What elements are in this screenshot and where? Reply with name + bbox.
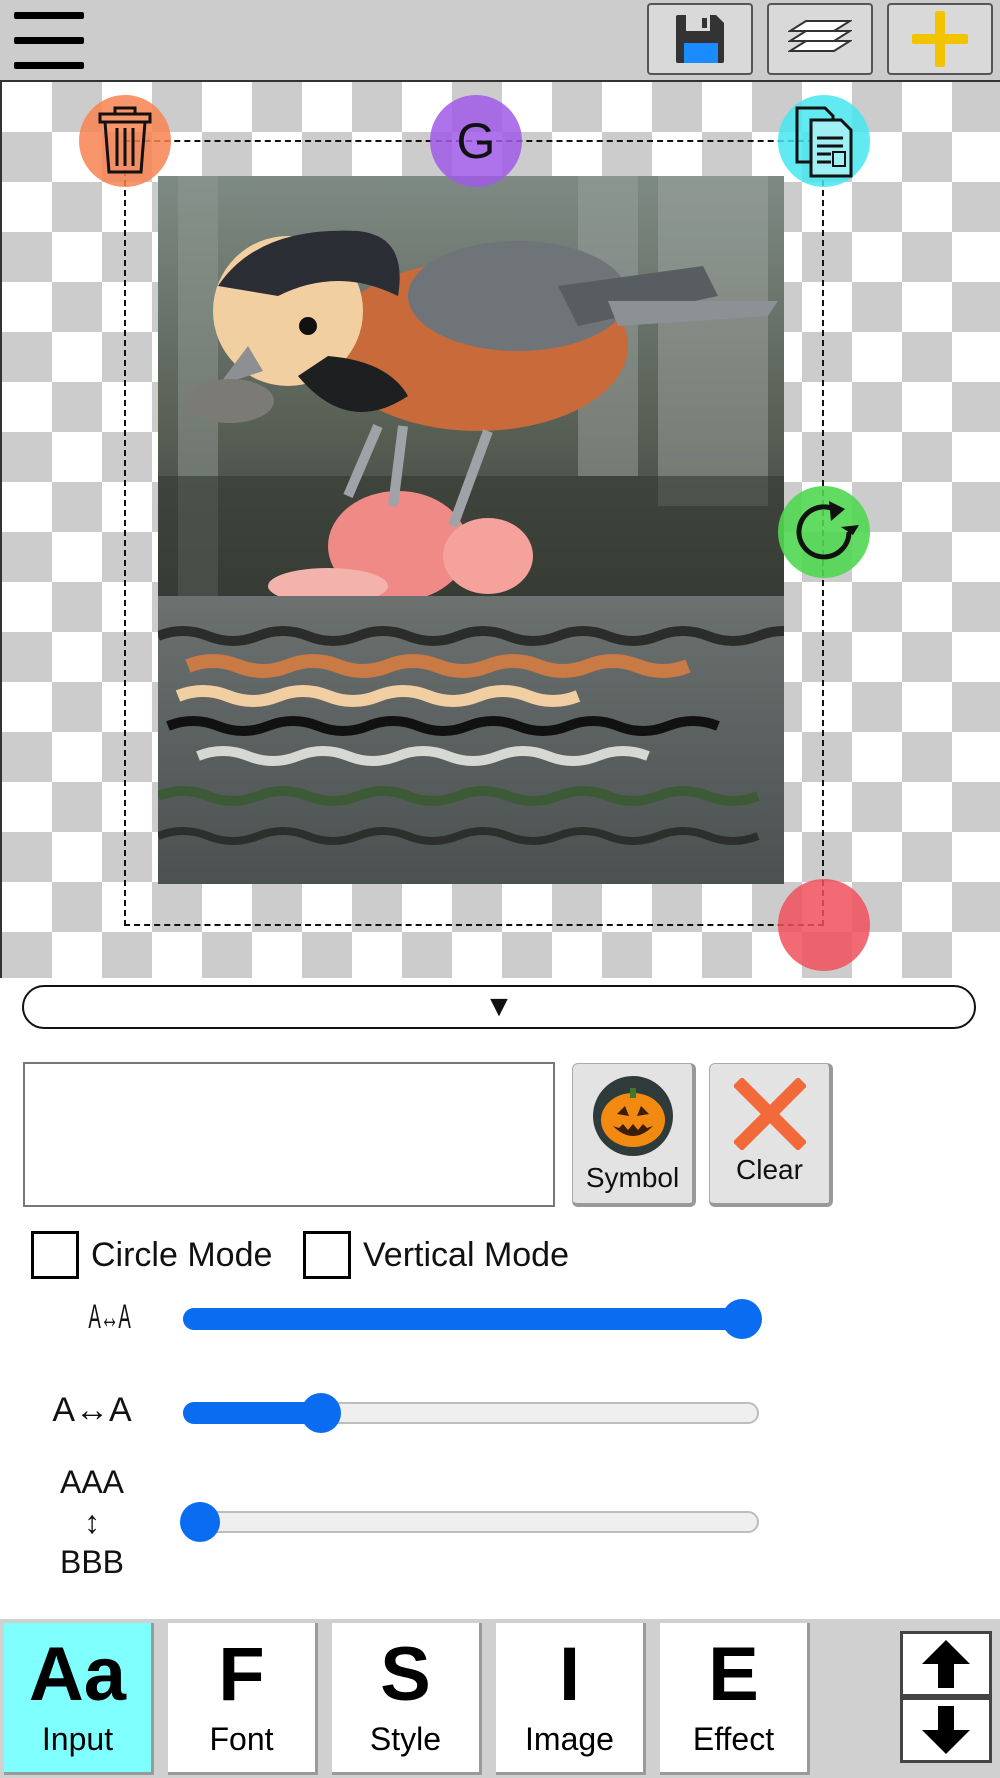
collapse-arrow-icon: ▼ bbox=[484, 990, 514, 1023]
arrow-down-icon bbox=[922, 1706, 970, 1754]
circle-mode-checkbox[interactable] bbox=[31, 1231, 79, 1279]
tab-effect-glyph: E bbox=[708, 1632, 759, 1717]
delete-handle[interactable] bbox=[79, 95, 171, 187]
rotate-icon bbox=[796, 501, 859, 560]
add-button[interactable] bbox=[887, 3, 993, 75]
editing-canvas[interactable]: G bbox=[0, 80, 1000, 978]
collapse-panel-button[interactable]: ▼ bbox=[22, 985, 976, 1029]
group-label: G bbox=[456, 113, 496, 169]
tab-input[interactable]: Aa Input bbox=[4, 1623, 154, 1775]
symbol-button-label: Symbol bbox=[585, 1162, 680, 1193]
char-width-label-text: A↔A bbox=[88, 1298, 131, 1336]
tab-effect-label: Effect bbox=[692, 1721, 775, 1757]
jack-o-lantern-icon bbox=[592, 1076, 673, 1156]
tab-style-glyph: S bbox=[380, 1632, 431, 1717]
letter-spacing-label-text: A↔A bbox=[52, 1391, 132, 1429]
arrow-up-icon bbox=[922, 1640, 970, 1688]
line-spacing-slider[interactable] bbox=[180, 1502, 759, 1542]
resize-handle[interactable] bbox=[778, 879, 870, 971]
line-spacing-label-mid: ↕ bbox=[84, 1504, 100, 1540]
save-button[interactable] bbox=[647, 3, 753, 75]
group-handle[interactable]: G bbox=[430, 95, 522, 187]
vertical-mode-checkbox[interactable] bbox=[303, 1231, 351, 1279]
tab-input-label: Input bbox=[41, 1721, 114, 1757]
line-spacing-label: AAA ↕ BBB bbox=[30, 1462, 154, 1582]
slider-thumb[interactable] bbox=[721, 1299, 762, 1339]
top-toolbar bbox=[0, 0, 1000, 80]
scroll-up-button[interactable] bbox=[900, 1631, 992, 1697]
text-input[interactable] bbox=[23, 1062, 555, 1207]
symbol-button[interactable]: Symbol bbox=[572, 1063, 696, 1207]
letter-spacing-slider[interactable] bbox=[183, 1393, 759, 1433]
circle-mode-label: Circle Mode bbox=[91, 1235, 273, 1274]
line-spacing-label-bottom: BBB bbox=[59, 1544, 125, 1580]
tab-style-label: Style bbox=[369, 1721, 442, 1757]
tab-effect[interactable]: E Effect bbox=[660, 1623, 810, 1775]
letter-spacing-label: A↔A bbox=[30, 1391, 154, 1430]
char-width-slider[interactable] bbox=[183, 1299, 762, 1339]
bottom-tab-bar: Aa Input F Font S Style I Image E Effect bbox=[0, 1619, 1000, 1778]
floppy-disk-icon bbox=[676, 15, 724, 63]
trash-can-icon bbox=[98, 106, 152, 174]
clear-button-label: Clear bbox=[736, 1154, 803, 1185]
scroll-down-button[interactable] bbox=[900, 1697, 992, 1763]
selection-frame bbox=[124, 140, 824, 926]
tab-style[interactable]: S Style bbox=[332, 1623, 482, 1775]
copy-documents-icon bbox=[795, 106, 853, 178]
circle-mode-toggle[interactable]: Circle Mode bbox=[31, 1229, 272, 1281]
slider-thumb[interactable] bbox=[301, 1393, 342, 1433]
vertical-mode-label: Vertical Mode bbox=[363, 1235, 569, 1274]
tab-input-glyph: Aa bbox=[28, 1632, 127, 1717]
slider-thumb[interactable] bbox=[180, 1502, 221, 1542]
line-spacing-label-top: AAA bbox=[59, 1464, 125, 1500]
duplicate-handle[interactable] bbox=[778, 95, 870, 187]
tab-font-glyph: F bbox=[218, 1632, 265, 1717]
tab-image[interactable]: I Image bbox=[496, 1623, 646, 1775]
clear-button[interactable]: Clear bbox=[709, 1063, 833, 1207]
x-icon bbox=[733, 1078, 806, 1150]
tab-image-glyph: I bbox=[558, 1632, 581, 1717]
vertical-mode-toggle[interactable]: Vertical Mode bbox=[303, 1229, 569, 1281]
tab-font[interactable]: F Font bbox=[168, 1623, 318, 1775]
layers-icon bbox=[788, 20, 852, 52]
hamburger-menu-icon[interactable] bbox=[14, 10, 86, 70]
char-width-label: A↔A bbox=[30, 1298, 154, 1337]
tab-image-label: Image bbox=[525, 1721, 614, 1757]
layers-button[interactable] bbox=[767, 3, 873, 75]
tab-font-label: Font bbox=[209, 1721, 274, 1757]
rotate-handle[interactable] bbox=[778, 486, 870, 578]
plus-icon bbox=[912, 11, 968, 67]
